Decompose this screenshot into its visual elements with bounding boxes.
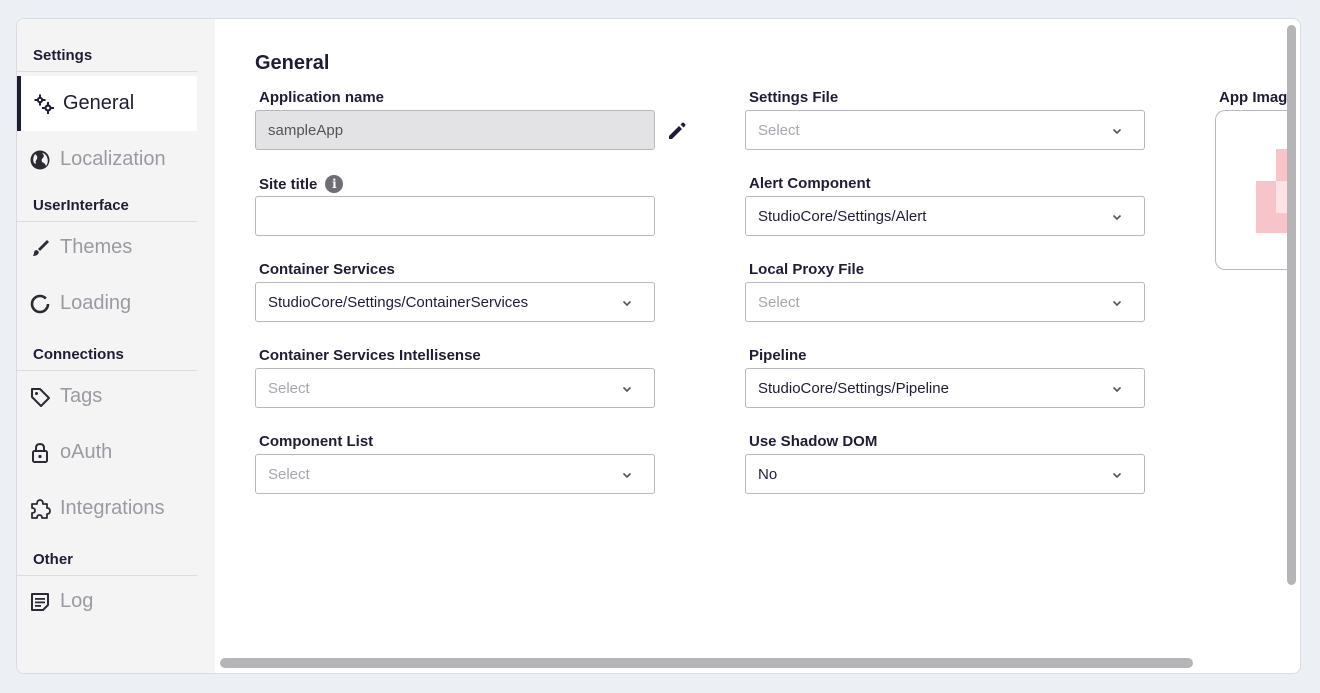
log-icon [29, 591, 51, 613]
loading-circle-icon [29, 293, 51, 315]
sidebar-item-label: Localization [60, 148, 166, 170]
local-proxy-file-select[interactable]: Select [745, 282, 1145, 322]
pipeline-label: Pipeline [749, 347, 807, 364]
alert-component-select[interactable]: StudioCore/Settings/Alert [745, 196, 1145, 236]
gears-icon [33, 93, 55, 115]
use-shadow-dom-select[interactable]: No [745, 454, 1145, 494]
component-list-select[interactable]: Select [255, 454, 655, 494]
tag-icon [29, 386, 51, 408]
sidebar-item-label: oAuth [60, 441, 113, 463]
sidebar-item-oauth[interactable]: oAuth [17, 425, 197, 480]
edit-icon[interactable] [666, 120, 688, 142]
container-services-intellisense-placeholder: Select [268, 379, 310, 397]
chevron-down-icon [1112, 128, 1122, 135]
app-image-preview[interactable] [1215, 110, 1295, 270]
chevron-down-icon [1112, 472, 1122, 479]
sidebar-item-loading[interactable]: Loading [17, 276, 197, 331]
main-content: General Application name sampleApp Site … [215, 19, 1300, 673]
globe-icon [29, 149, 51, 171]
application-name-field: sampleApp [255, 110, 655, 150]
settings-file-select[interactable]: Select [745, 110, 1145, 150]
lock-icon [29, 442, 51, 464]
settings-window: Settings General Localization UserInterf… [16, 18, 1301, 674]
sidebar-section-userinterface: UserInterface [17, 197, 197, 222]
chevron-down-icon [1112, 214, 1122, 221]
pipeline-select[interactable]: StudioCore/Settings/Pipeline [745, 368, 1145, 408]
sidebar-item-label: General [63, 92, 135, 114]
sidebar-item-tags[interactable]: Tags [17, 369, 197, 424]
site-title-label: Site title [259, 175, 318, 193]
container-services-intellisense-select[interactable]: Select [255, 368, 655, 408]
container-services-intellisense-label: Container Services Intellisense [259, 347, 481, 364]
sidebar-section-other: Other [17, 551, 197, 576]
app-image-thumbnail [1256, 149, 1295, 233]
site-title-input[interactable] [255, 196, 655, 236]
app-image-label: App Imag [1219, 89, 1288, 106]
application-name-value: sampleApp [268, 121, 344, 139]
alert-component-value: StudioCore/Settings/Alert [758, 207, 927, 225]
puzzle-icon [29, 498, 51, 520]
vertical-scrollbar[interactable] [1287, 25, 1296, 585]
sidebar-item-integrations[interactable]: Integrations [17, 481, 197, 536]
alert-component-label: Alert Component [749, 175, 871, 192]
pipeline-value: StudioCore/Settings/Pipeline [758, 379, 949, 397]
sidebar-section-settings: Settings [17, 47, 197, 72]
sidebar-item-label: Themes [60, 236, 133, 258]
brush-icon [29, 237, 51, 259]
component-list-placeholder: Select [268, 465, 310, 483]
container-services-select[interactable]: StudioCore/Settings/ContainerServices [255, 282, 655, 322]
chevron-down-icon [1112, 386, 1122, 393]
component-list-label: Component List [259, 433, 374, 450]
chevron-down-icon [1112, 300, 1122, 307]
sidebar-item-log[interactable]: Log [17, 574, 197, 629]
sidebar-item-localization[interactable]: Localization [17, 132, 197, 187]
local-proxy-file-label: Local Proxy File [749, 261, 865, 278]
sidebar-item-general[interactable]: General [17, 76, 197, 131]
sidebar-item-themes[interactable]: Themes [17, 220, 197, 275]
use-shadow-dom-label: Use Shadow DOM [749, 433, 878, 450]
use-shadow-dom-value: No [758, 465, 778, 483]
chevron-down-icon [622, 472, 632, 479]
container-services-label: Container Services [259, 261, 395, 278]
sidebar-item-label: Tags [60, 385, 103, 407]
chevron-down-icon [622, 386, 632, 393]
sidebar-item-label: Integrations [60, 497, 165, 519]
horizontal-scrollbar[interactable] [220, 658, 1193, 668]
settings-file-placeholder: Select [758, 121, 800, 139]
sidebar-item-label: Loading [60, 292, 132, 314]
site-title-label-row: Site title i [259, 175, 344, 193]
sidebar-section-connections: Connections [17, 346, 197, 371]
application-name-label: Application name [259, 89, 385, 106]
local-proxy-file-placeholder: Select [758, 293, 800, 311]
chevron-down-icon [622, 300, 632, 307]
sidebar: Settings General Localization UserInterf… [17, 19, 215, 673]
sidebar-item-label: Log [60, 590, 94, 612]
page-title: General [255, 52, 330, 74]
info-icon[interactable]: i [325, 175, 344, 193]
settings-file-label: Settings File [749, 89, 839, 106]
container-services-value: StudioCore/Settings/ContainerServices [268, 293, 529, 311]
